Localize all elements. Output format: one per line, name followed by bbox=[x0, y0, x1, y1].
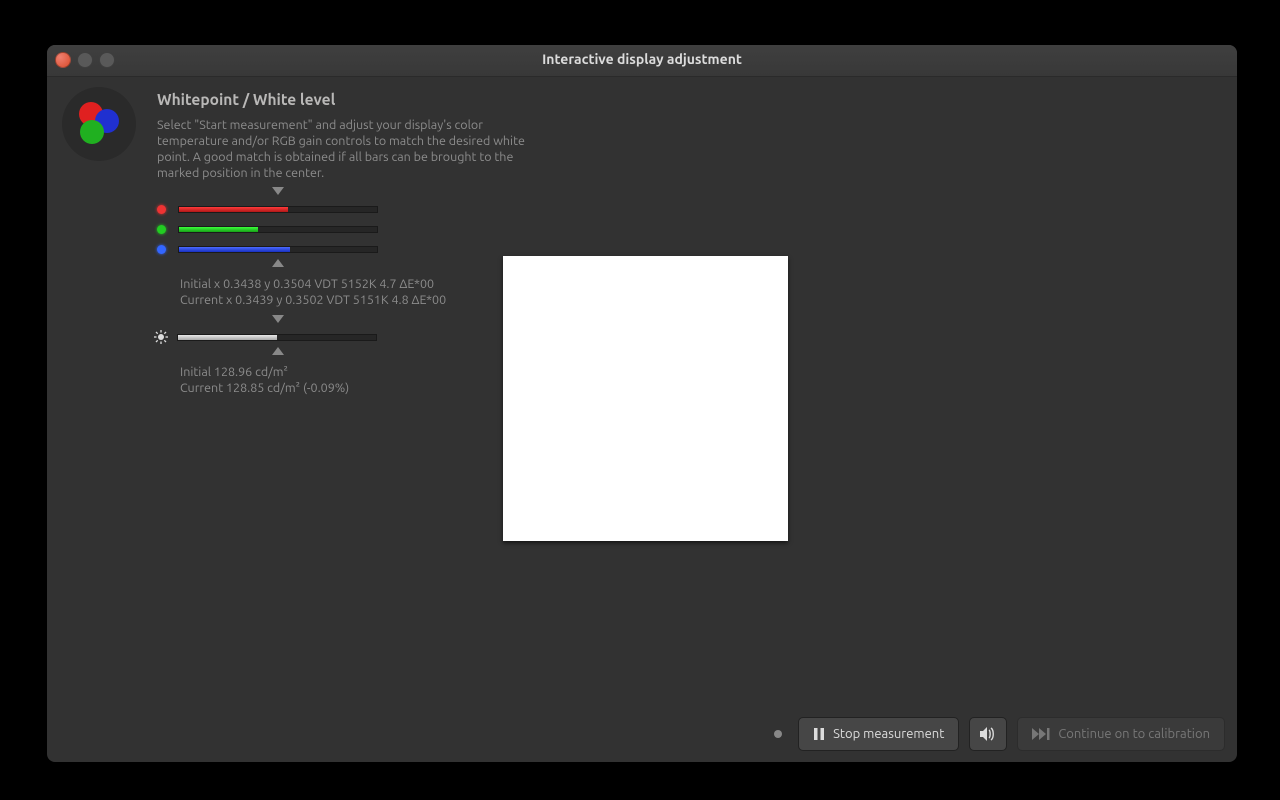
pause-icon bbox=[813, 728, 825, 740]
skip-forward-icon bbox=[1032, 728, 1050, 740]
luminance-bar bbox=[177, 334, 377, 341]
luminance-initial-text: Initial 128.96 cd/m² bbox=[180, 364, 349, 380]
whitepoint-current-text: Current x 0.3439 y 0.3502 VDT 5151K 4.8 … bbox=[180, 292, 446, 308]
blue-bar bbox=[178, 246, 378, 253]
speaker-icon bbox=[980, 727, 996, 741]
window-title: Interactive display adjustment bbox=[47, 51, 1237, 67]
luminance-readout: Initial 128.96 cd/m² Current 128.85 cd/m… bbox=[180, 364, 349, 397]
whitepoint-readout: Initial x 0.3438 y 0.3504 VDT 5152K 4.7 … bbox=[180, 276, 446, 309]
chevron-up-icon bbox=[272, 259, 284, 267]
section-description: Select "Start measurement" and adjust yo… bbox=[157, 117, 547, 181]
status-indicator-icon bbox=[774, 730, 782, 738]
blue-bar-row bbox=[157, 239, 437, 259]
section-heading: Whitepoint / White level bbox=[157, 91, 335, 108]
titlebar: Interactive display adjustment bbox=[47, 45, 1237, 77]
green-dot-icon bbox=[157, 225, 166, 234]
luminance-current-text: Current 128.85 cd/m² (-0.09%) bbox=[180, 380, 349, 396]
red-dot-icon bbox=[157, 205, 166, 214]
app-logo-icon bbox=[62, 87, 136, 161]
stop-button-label: Stop measurement bbox=[833, 727, 944, 741]
green-bar-row bbox=[157, 219, 437, 239]
app-window: Interactive display adjustment Whitepoin… bbox=[47, 45, 1237, 762]
brightness-icon bbox=[154, 330, 168, 344]
measurement-patch bbox=[503, 256, 788, 541]
continue-calibration-button: Continue on to calibration bbox=[1017, 717, 1225, 751]
sound-button[interactable] bbox=[969, 717, 1007, 751]
continue-button-label: Continue on to calibration bbox=[1058, 727, 1210, 741]
blue-dot-icon bbox=[157, 245, 166, 254]
luminance-bar-row bbox=[157, 327, 437, 347]
red-bar-row bbox=[157, 199, 437, 219]
luminance-bar-group bbox=[157, 315, 437, 359]
rgb-bars-group bbox=[157, 187, 437, 271]
red-bar bbox=[178, 206, 378, 213]
chevron-down-icon bbox=[272, 187, 284, 195]
chevron-down-icon bbox=[272, 315, 284, 323]
chevron-up-icon bbox=[272, 347, 284, 355]
whitepoint-initial-text: Initial x 0.3438 y 0.3504 VDT 5152K 4.7 … bbox=[180, 276, 446, 292]
green-bar bbox=[178, 226, 378, 233]
footer: Stop measurement Continue on to calibrat… bbox=[47, 706, 1237, 762]
stop-measurement-button[interactable]: Stop measurement bbox=[798, 717, 959, 751]
